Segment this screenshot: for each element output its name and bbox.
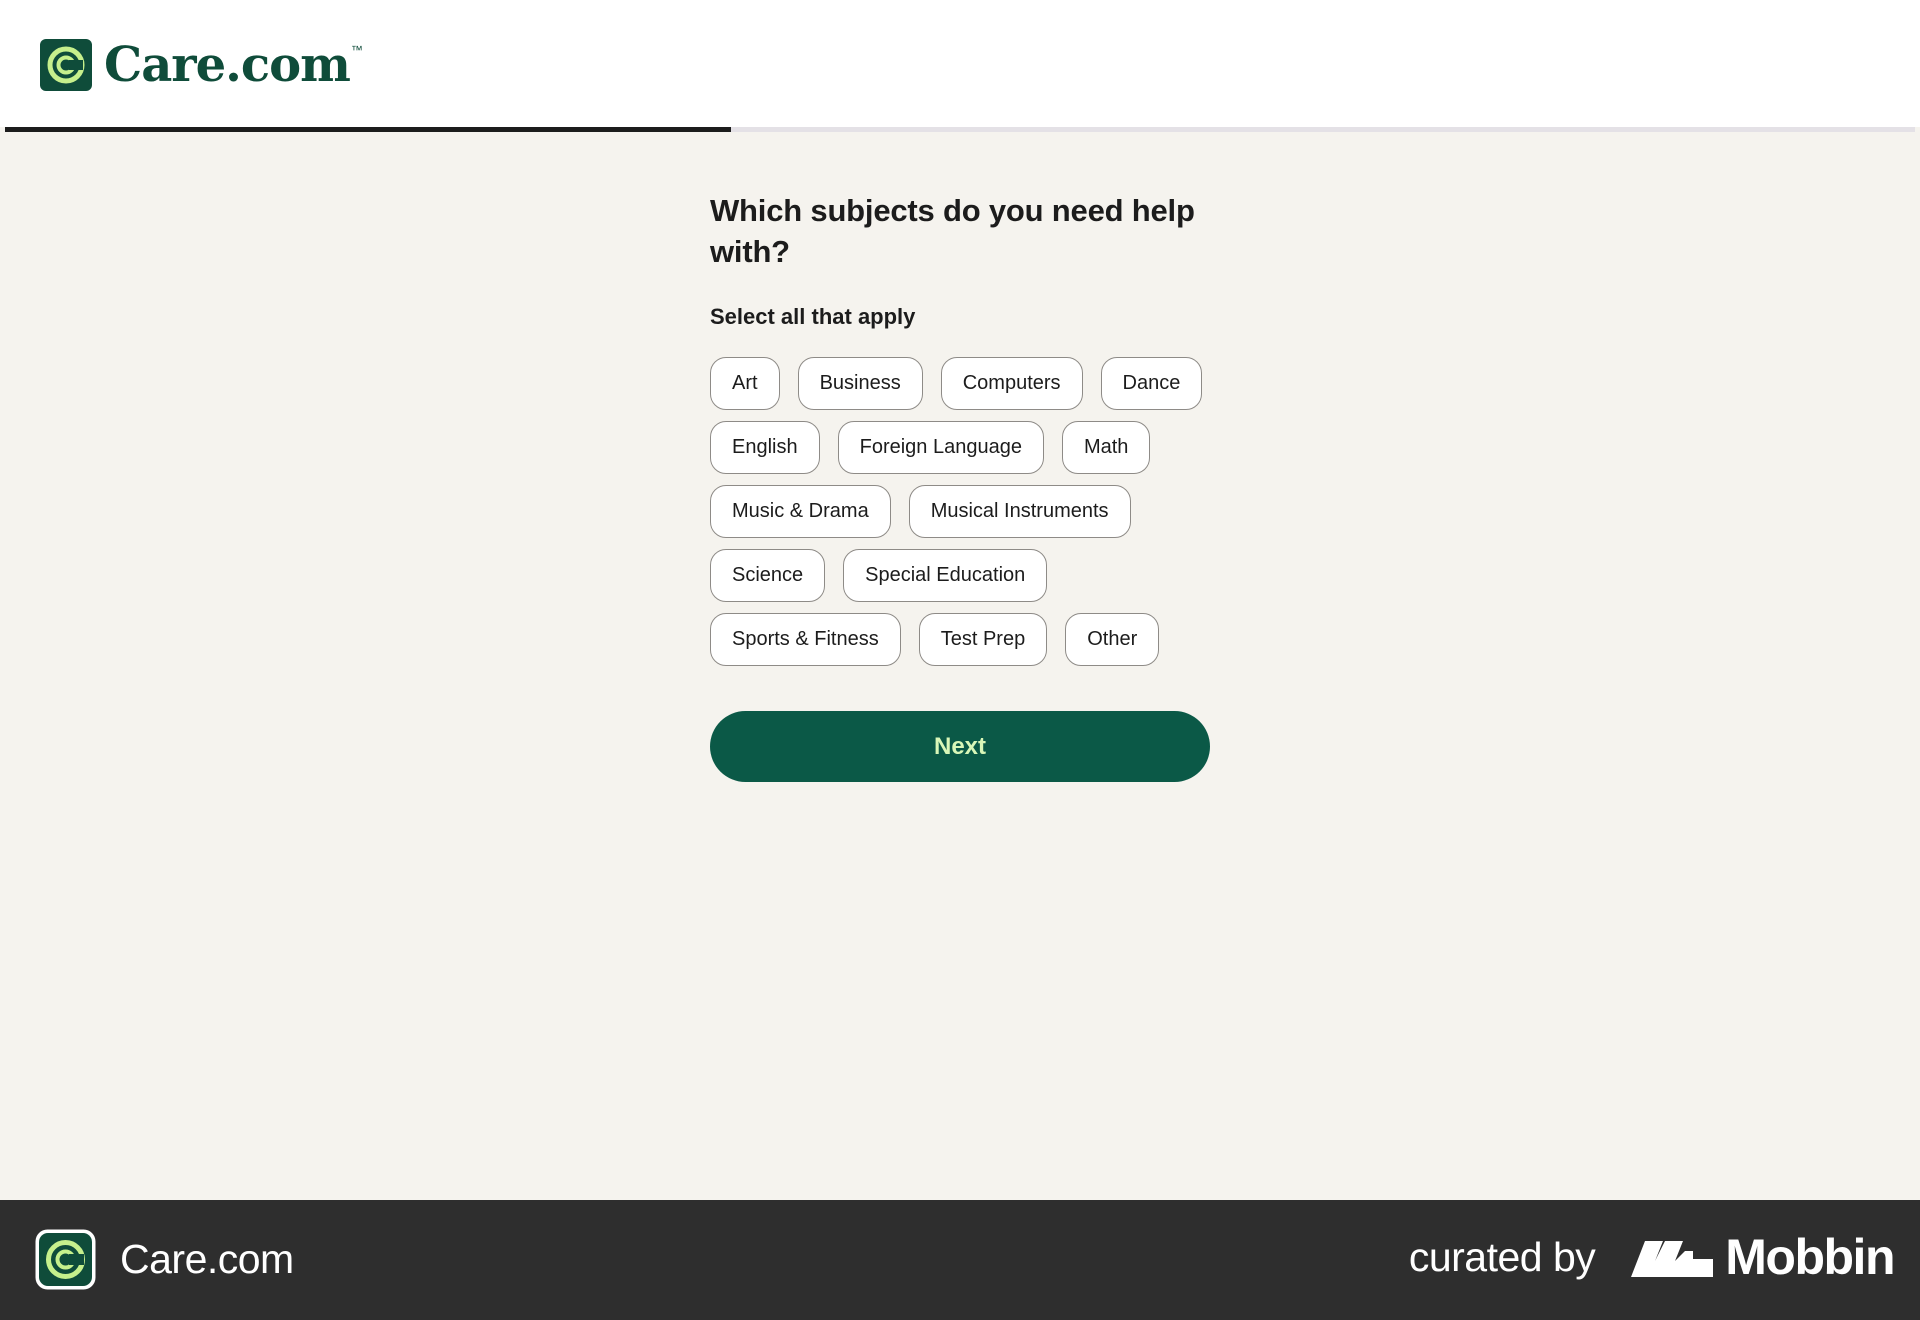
- curated-by: curated by Mobbin: [1408, 1228, 1896, 1286]
- logo-trademark: ™: [350, 43, 363, 57]
- subject-chip-sports-and-fitness[interactable]: Sports & Fitness: [710, 613, 901, 666]
- progress-bar-fill: [5, 127, 731, 132]
- subject-chip-special-education[interactable]: Special Education: [843, 549, 1048, 602]
- subject-chip-art[interactable]: Art: [710, 357, 780, 410]
- subject-chip-test-prep[interactable]: Test Prep: [918, 613, 1048, 666]
- subject-chip-group: Art Business Computers Dance English Foreign …: [710, 357, 1210, 666]
- care-logo[interactable]: Care.com ™: [40, 39, 363, 91]
- subject-chip-music-and-drama[interactable]: Music & Drama: [710, 485, 891, 538]
- subject-chip-computers[interactable]: Computers: [940, 357, 1083, 410]
- footer-app: Care.com: [35, 1229, 294, 1290]
- footer-banner: Care.com curated by Mobbin: [0, 1200, 1920, 1320]
- next-button[interactable]: Next: [710, 711, 1210, 782]
- curated-label: curated by: [1408, 1233, 1596, 1280]
- subject-chip-foreign-language[interactable]: Foreign Language: [837, 421, 1044, 474]
- mobbin-logo-icon: [1631, 1241, 1714, 1277]
- header: Care.com ™: [0, 0, 1920, 127]
- subject-chip-english[interactable]: English: [710, 421, 820, 474]
- mobbin-wordmark: Mobbin: [1725, 1229, 1895, 1285]
- logo-wordmark: Care.com: [104, 37, 351, 93]
- app-icon: [35, 1229, 96, 1290]
- page-title: Which subjects do you need help with?: [710, 193, 1195, 269]
- subject-form: Which subjects do you need help with? Se…: [710, 190, 1210, 782]
- subject-chip-math[interactable]: Math: [1061, 421, 1151, 474]
- subject-chip-musical-instruments[interactable]: Musical Instruments: [908, 485, 1131, 538]
- subject-chip-other[interactable]: Other: [1065, 613, 1160, 666]
- care-logo-icon: [40, 39, 92, 91]
- footer-app-name: Care.com: [120, 1236, 294, 1282]
- subject-chip-business[interactable]: Business: [797, 357, 923, 410]
- subject-chip-science[interactable]: Science: [710, 549, 826, 602]
- subject-chip-dance[interactable]: Dance: [1100, 357, 1203, 410]
- progress-bar: [5, 127, 1915, 132]
- instruction-text: Select all that apply: [710, 304, 916, 329]
